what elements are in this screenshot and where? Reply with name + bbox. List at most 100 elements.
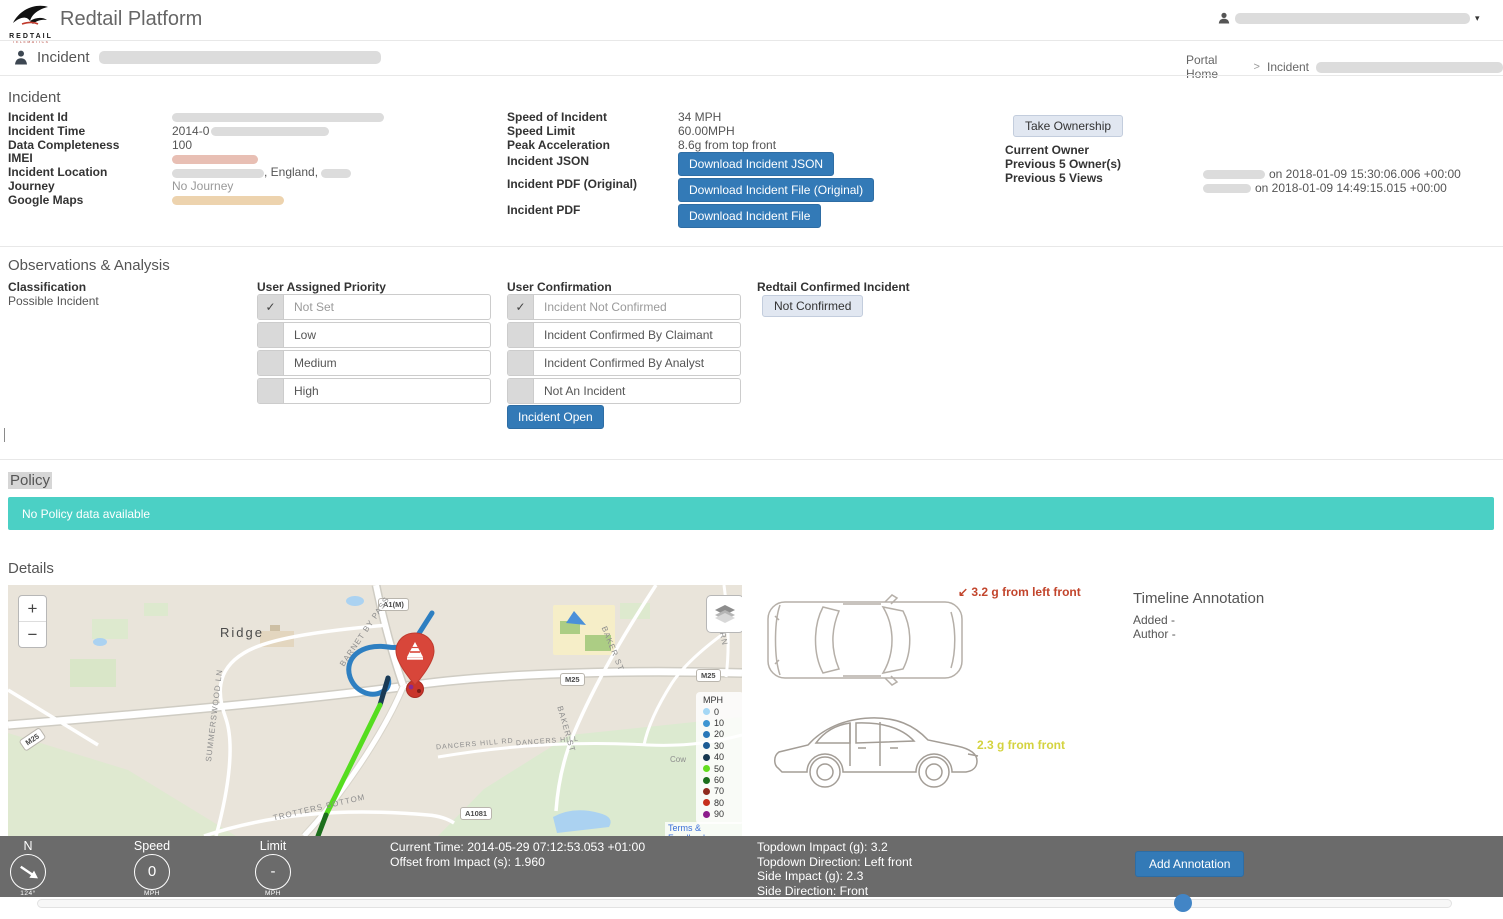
- legend-item: 90: [703, 809, 742, 820]
- redtail-logo: REDTAIL TELEMATICS: [8, 2, 54, 45]
- priority-option-high[interactable]: High: [257, 378, 491, 404]
- legend-item: 20: [703, 729, 742, 740]
- redacted-breadcrumb-id: [1316, 62, 1503, 73]
- user-menu[interactable]: ▾: [1218, 12, 1480, 24]
- redacted-gmaps-link[interactable]: [172, 196, 284, 205]
- timeline-slider-track[interactable]: [37, 899, 1452, 908]
- compass-label: N: [0, 839, 56, 853]
- priority-options: ✓Not Set Low Medium High: [257, 294, 491, 406]
- southwest-arrow-icon: ↙: [958, 585, 968, 599]
- redtail-bird-icon: [10, 2, 52, 28]
- compass-needle-icon: [10, 854, 44, 888]
- field-label-incident-json: Incident JSON: [507, 154, 589, 168]
- checkbox[interactable]: [508, 351, 534, 375]
- confirmation-option-claimant[interactable]: Incident Confirmed By Claimant: [507, 322, 741, 348]
- incident-page: REDTAIL TELEMATICS Redtail Platform ▾ In…: [0, 0, 1503, 919]
- breadcrumb-portal-home-link[interactable]: Portal Home: [1186, 53, 1247, 81]
- download-file-button[interactable]: Download Incident File: [678, 204, 821, 228]
- download-json-button[interactable]: Download Incident JSON: [678, 152, 834, 176]
- redacted-incident-title: [99, 51, 381, 64]
- checkbox[interactable]: [508, 323, 534, 347]
- redacted-user-email: [1235, 13, 1470, 24]
- layers-icon: [715, 605, 735, 623]
- map[interactable]: Ridge A1(M) M25 M25 M25 A1081 BARNET BY …: [8, 585, 742, 836]
- breadcrumb-incident-label: Incident: [1267, 60, 1309, 74]
- topdown-impact-annotation: ↙ 3.2 g from left front: [958, 585, 1081, 599]
- app-title: Redtail Platform: [60, 8, 202, 31]
- chevron-down-icon: ▾: [1475, 13, 1480, 24]
- classification-value: Possible Incident: [8, 294, 99, 308]
- legend-dot: [703, 799, 710, 806]
- checkbox[interactable]: [258, 351, 284, 375]
- priority-option-low[interactable]: Low: [257, 322, 491, 348]
- field-label-pdf-original: Incident PDF (Original): [507, 177, 637, 191]
- previous-views-list: on 2018-01-09 15:30:06.006 +00:00 on 201…: [1203, 167, 1461, 195]
- checkbox[interactable]: ✓: [508, 295, 534, 319]
- topdown-direction-text: Topdown Direction: Left front: [757, 855, 912, 870]
- topdown-impact-text: Topdown Impact (g): 3.2: [757, 840, 912, 855]
- map-layers-button[interactable]: [706, 595, 742, 633]
- classification-label: Classification: [8, 280, 86, 294]
- zoom-out-button[interactable]: −: [19, 622, 46, 647]
- incident-time-prefix: 2014-0: [172, 124, 209, 138]
- legend-dot: [703, 754, 710, 761]
- location-country: , England,: [264, 165, 318, 179]
- view-timestamp: on 2018-01-09 14:49:15.015 +00:00: [1255, 181, 1447, 195]
- speed-value: 34 MPH: [678, 111, 721, 125]
- annotation-author: Author -: [1133, 627, 1176, 641]
- download-original-button[interactable]: Download Incident File (Original): [678, 178, 874, 202]
- label-prev-owners: Previous 5 Owner(s): [1005, 157, 1121, 171]
- zoom-in-button[interactable]: +: [19, 596, 46, 622]
- timeline-annotation-heading: Timeline Annotation: [1133, 590, 1264, 607]
- priority-option-not-set[interactable]: ✓Not Set: [257, 294, 491, 320]
- legend-item: 0: [703, 706, 742, 717]
- incident-open-button[interactable]: Incident Open: [507, 405, 604, 429]
- field-label-journey: Journey: [8, 180, 172, 194]
- policy-banner-text: No Policy data available: [8, 497, 1494, 521]
- field-label-pdf: Incident PDF: [507, 203, 580, 217]
- label-current-owner: Current Owner: [1005, 143, 1121, 157]
- details-heading: Details: [8, 560, 54, 577]
- legend-dot: [703, 777, 710, 784]
- checkbox[interactable]: [258, 323, 284, 347]
- field-label-gmaps: Google Maps: [8, 194, 172, 208]
- annotation-added: Added -: [1133, 613, 1176, 627]
- redtail-confirmed-button[interactable]: Not Confirmed: [762, 295, 863, 317]
- car-topdown-icon: [765, 592, 965, 688]
- legend-dot: [703, 788, 710, 795]
- speed-legend: MPH 0 10 20 30 40 50 60 70 80 90: [696, 692, 742, 824]
- limit-dial-value: -: [255, 854, 291, 890]
- confirmation-option-not-confirmed[interactable]: ✓Incident Not Confirmed: [507, 294, 741, 320]
- map-label-ridge: Ridge: [220, 625, 264, 640]
- compass-dial: [10, 854, 46, 890]
- timeline-slider-handle[interactable]: [1174, 894, 1192, 912]
- redacted-postcode: [321, 169, 351, 178]
- policy-heading: Policy: [8, 472, 52, 489]
- side-impact-annotation: 2.3 g from front: [977, 738, 1065, 752]
- field-label-peak-accel: Peak Acceleration: [507, 139, 678, 153]
- breadcrumb-separator: >: [1254, 61, 1260, 73]
- legend-dot: [703, 720, 710, 727]
- limit-gauge: Limit - MPH: [245, 839, 301, 897]
- label-prev-views: Previous 5 Views: [1005, 171, 1121, 185]
- checkbox[interactable]: ✓: [258, 295, 284, 319]
- map-label-cow: Cow: [670, 755, 686, 764]
- checkbox[interactable]: [508, 379, 534, 403]
- impact-readout: Topdown Impact (g): 3.2 Topdown Directio…: [757, 840, 912, 898]
- map-attribution-link[interactable]: Terms & Feedback: [665, 822, 742, 836]
- take-ownership-button[interactable]: Take Ownership: [1013, 115, 1123, 137]
- redtail-confirmed-label: Redtail Confirmed Incident: [757, 280, 910, 294]
- confirmation-options: ✓Incident Not Confirmed Incident Confirm…: [507, 294, 741, 406]
- confirmation-option-not-incident[interactable]: Not An Incident: [507, 378, 741, 404]
- priority-option-medium[interactable]: Medium: [257, 350, 491, 376]
- redacted-imei-link[interactable]: [172, 155, 258, 164]
- policy-banner: No Policy data available: [8, 497, 1494, 530]
- observations-heading: Observations & Analysis: [8, 257, 170, 274]
- field-label-incident-id: Incident Id: [8, 111, 172, 125]
- confirmation-option-analyst[interactable]: Incident Confirmed By Analyst: [507, 350, 741, 376]
- checkbox[interactable]: [258, 379, 284, 403]
- legend-item: 70: [703, 786, 742, 797]
- incident-fields-middle: Speed of Incident34 MPH Speed Limit60.00…: [507, 111, 776, 152]
- add-annotation-button[interactable]: Add Annotation: [1135, 851, 1244, 877]
- legend-item: 30: [703, 740, 742, 751]
